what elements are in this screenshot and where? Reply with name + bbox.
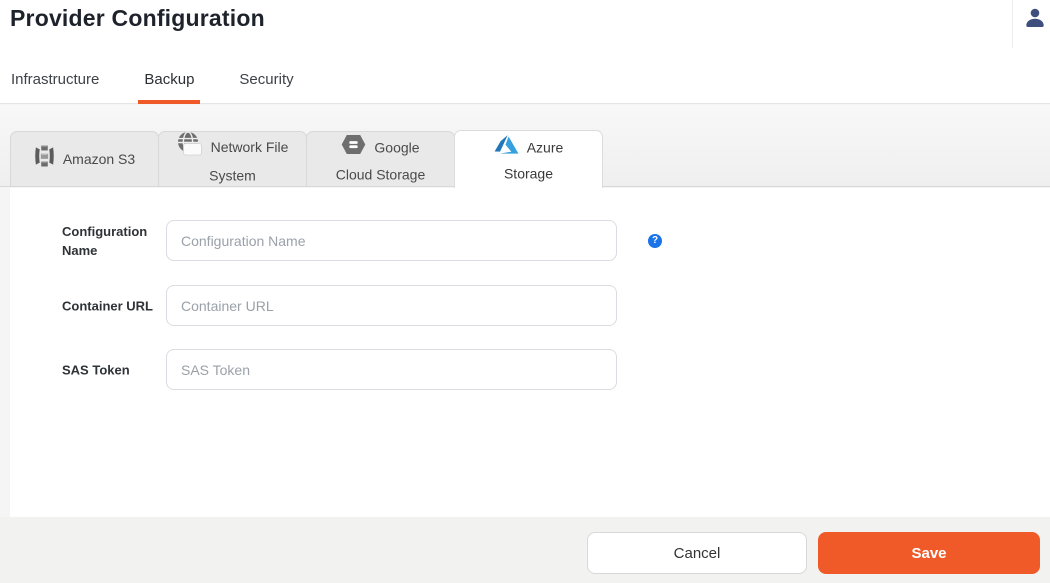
container-url-row: Container URL [10,285,1050,326]
provider-tabs: Amazon S3 Network File System [10,130,602,188]
tab-security[interactable]: Security [239,71,293,89]
configuration-name-label: Configuration Name [62,222,158,260]
tab-google-cloud-storage[interactable]: Google Cloud Storage [306,131,455,187]
amazon-s3-icon [34,144,55,174]
configuration-name-input[interactable] [166,220,617,261]
container-url-input[interactable] [166,285,617,326]
tab-label: Network File System [209,139,288,183]
tab-infrastructure[interactable]: Infrastructure [11,71,99,89]
tab-amazon-s3[interactable]: Amazon S3 [10,131,159,187]
tab-network-file-system[interactable]: Network File System [158,131,307,187]
user-account-button[interactable] [1022,5,1048,33]
tab-azure-storage[interactable]: Azure Storage [454,130,603,188]
azure-storage-panel: Configuration Name ? Container URL SAS T… [10,188,1050,517]
user-icon [1023,19,1047,34]
help-icon[interactable]: ? [648,234,662,248]
configuration-name-row: Configuration Name ? [10,220,1050,261]
container-url-label: Container URL [62,296,158,315]
cancel-button[interactable]: Cancel [587,532,807,574]
sas-token-label: SAS Token [62,360,158,379]
sas-token-row: SAS Token [10,349,1050,390]
header: Provider Configuration Infrastructure Ba… [0,0,1050,104]
nav-tabs: Infrastructure Backup Security [11,71,294,89]
sas-token-input[interactable] [166,349,617,390]
tab-backup[interactable]: Backup [144,71,194,89]
network-file-system-icon [177,131,203,163]
footer-action-bar: Cancel Save [0,517,1050,583]
page-title: Provider Configuration [10,5,265,32]
tab-label: Amazon S3 [63,151,135,167]
header-divider [1012,0,1013,48]
azure-storage-icon [494,134,519,161]
save-button[interactable]: Save [818,532,1040,574]
google-cloud-storage-icon [341,133,366,162]
